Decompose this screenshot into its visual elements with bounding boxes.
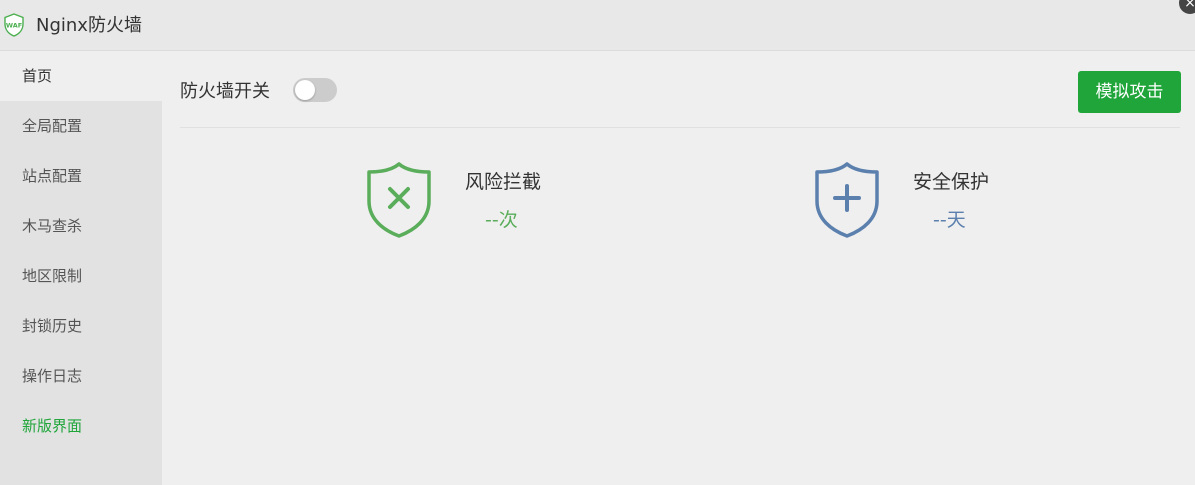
sidebar-item-region-limit[interactable]: 地区限制	[0, 251, 162, 301]
sidebar-item-global-config[interactable]: 全局配置	[0, 101, 162, 151]
risk-intercept-value: --次	[485, 209, 518, 231]
sidebar-item-operation-log[interactable]: 操作日志	[0, 351, 162, 401]
shield-x-icon	[367, 162, 431, 238]
sidebar: 首页 全局配置 站点配置 木马查杀 地区限制 封锁历史 操作日志 新版界面	[0, 51, 162, 485]
safety-protection-value: --天	[933, 209, 966, 231]
sidebar-item-site-config[interactable]: 站点配置	[0, 151, 162, 201]
safety-protection-title: 安全保护	[913, 171, 990, 193]
risk-intercept-title: 风险拦截	[465, 171, 542, 193]
main-panel: 防火墙开关 模拟攻击 风险拦截 --次 安全保护 --天	[162, 51, 1195, 485]
sidebar-item-block-history[interactable]: 封锁历史	[0, 301, 162, 351]
sidebar-item-trojan-scan[interactable]: 木马查杀	[0, 201, 162, 251]
sidebar-item-home[interactable]: 首页	[0, 51, 162, 101]
svg-text:WAF: WAF	[6, 22, 22, 30]
firewall-switch-label: 防火墙开关	[180, 81, 270, 102]
close-button[interactable]: ×	[1179, 0, 1195, 14]
toolbar: 防火墙开关 模拟攻击	[180, 71, 1181, 128]
simulate-attack-button[interactable]: 模拟攻击	[1078, 71, 1181, 113]
app-title: Nginx防火墙	[36, 15, 142, 36]
toggle-knob	[295, 80, 315, 100]
title-bar: WAF Nginx防火墙 ×	[0, 0, 1195, 51]
shield-plus-icon	[815, 162, 879, 238]
sidebar-item-new-ui[interactable]: 新版界面	[0, 401, 162, 451]
waf-logo-icon: WAF	[4, 13, 24, 37]
firewall-toggle[interactable]	[293, 78, 337, 102]
